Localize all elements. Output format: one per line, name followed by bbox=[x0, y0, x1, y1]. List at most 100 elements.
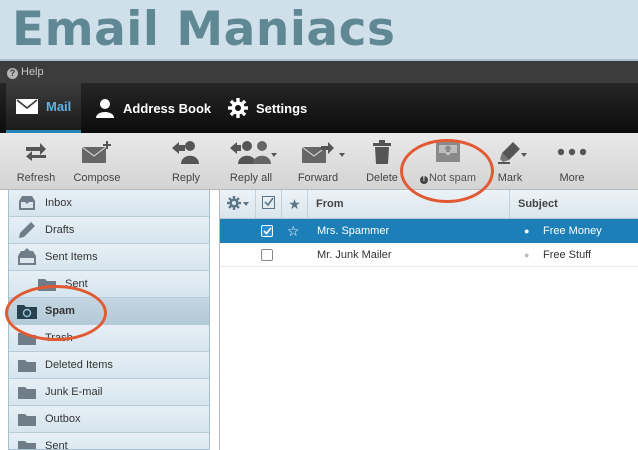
folder-trash[interactable]: Trash bbox=[9, 325, 209, 352]
row-checkbox[interactable] bbox=[261, 243, 277, 267]
info-icon: ! bbox=[419, 176, 428, 184]
refresh-icon bbox=[24, 139, 48, 165]
folder-icon bbox=[16, 439, 38, 449]
reply-icon bbox=[171, 139, 201, 165]
folder-label: Deleted Items bbox=[45, 359, 113, 371]
message-from: Mr. Junk Mailer bbox=[317, 249, 392, 261]
select-column-header[interactable] bbox=[256, 190, 282, 218]
help-link[interactable]: ? Help bbox=[7, 66, 44, 79]
folder-icon bbox=[16, 385, 38, 399]
folder-deleted-items[interactable]: Deleted Items bbox=[9, 352, 209, 379]
help-label: Help bbox=[21, 66, 44, 78]
nav-settings-label: Settings bbox=[256, 100, 308, 116]
trash-icon bbox=[373, 139, 391, 165]
from-header-label: From bbox=[316, 198, 344, 210]
folder-sent-items[interactable]: Sent Items bbox=[9, 244, 209, 271]
trash-icon bbox=[16, 331, 38, 345]
folder-spam[interactable]: Spam bbox=[9, 298, 209, 325]
more-dots-icon bbox=[557, 139, 587, 165]
not-spam-label-wrap: ! Not spam bbox=[419, 172, 477, 185]
help-bar: ? Help bbox=[0, 61, 638, 83]
checkbox-checked-icon bbox=[261, 225, 273, 237]
from-column-header[interactable]: From bbox=[308, 190, 510, 218]
folder-icon bbox=[36, 277, 58, 291]
nav-address-book-label: Address Book bbox=[123, 100, 212, 116]
mark-button[interactable]: Mark bbox=[494, 139, 526, 185]
app-title: Email Maniacs bbox=[12, 2, 396, 57]
spam-folder-icon bbox=[16, 303, 38, 319]
checkbox-unchecked-icon bbox=[261, 249, 273, 261]
folder-inbox[interactable]: Inbox bbox=[9, 190, 209, 217]
nav-tab-address-book[interactable]: Address Book bbox=[95, 83, 211, 133]
refresh-button[interactable]: Refresh bbox=[14, 139, 58, 185]
select-all-icon bbox=[262, 196, 275, 212]
forward-dropdown-icon[interactable] bbox=[339, 153, 345, 157]
folder-drafts[interactable]: Drafts bbox=[9, 217, 209, 244]
message-row[interactable]: Mr. Junk Mailer ● Free Stuff bbox=[220, 243, 638, 267]
reply-label: Reply bbox=[171, 172, 201, 184]
mark-label: Mark bbox=[497, 172, 523, 184]
not-spam-button[interactable]: ! Not spam bbox=[418, 139, 478, 185]
folder-label: Drafts bbox=[45, 224, 75, 236]
forward-label: Forward bbox=[297, 172, 339, 184]
help-icon: ? bbox=[7, 68, 18, 79]
row-checkbox[interactable] bbox=[261, 219, 277, 243]
row-star-icon[interactable]: ☆ bbox=[287, 219, 303, 243]
message-list-header: ★ From Subject bbox=[220, 190, 638, 219]
gear-icon bbox=[228, 98, 248, 118]
folder-icon bbox=[16, 412, 38, 426]
reply-button[interactable]: Reply bbox=[166, 139, 206, 185]
list-options-button[interactable] bbox=[220, 190, 256, 218]
folder-sent[interactable]: Sent bbox=[9, 433, 209, 450]
message-from: Mrs. Spammer bbox=[317, 225, 390, 237]
compose-icon bbox=[81, 139, 113, 165]
reply-all-label: Reply all bbox=[229, 172, 273, 184]
star-icon: ★ bbox=[288, 195, 301, 212]
header-banner: Email Maniacs bbox=[0, 0, 638, 61]
nav-tab-settings[interactable]: Settings bbox=[228, 83, 307, 133]
more-button[interactable]: More bbox=[552, 139, 592, 185]
not-spam-tray-icon bbox=[434, 139, 462, 165]
delete-button[interactable]: Delete bbox=[364, 139, 400, 185]
folder-icon bbox=[16, 358, 38, 372]
subject-column-header[interactable]: Subject bbox=[510, 190, 638, 218]
reply-all-dropdown-icon[interactable] bbox=[271, 153, 277, 157]
highlighter-icon bbox=[498, 139, 522, 165]
nav-tab-mail[interactable]: Mail bbox=[6, 83, 81, 133]
bullet-icon: ● bbox=[524, 226, 530, 236]
not-spam-label: Not spam bbox=[428, 172, 477, 184]
folder-outbox[interactable]: Outbox bbox=[9, 406, 209, 433]
subject-header-label: Subject bbox=[518, 198, 558, 210]
folder-list: Inbox Drafts Sent Items Sent Spam Trash … bbox=[8, 190, 210, 450]
forward-icon bbox=[301, 139, 335, 165]
folder-label: Outbox bbox=[45, 413, 81, 425]
message-list: ★ From Subject ☆ Mrs. Spammer ● Free Mon… bbox=[219, 190, 638, 450]
message-subject: Free Money bbox=[543, 225, 602, 237]
folder-junk-email[interactable]: Junk E-mail bbox=[9, 379, 209, 406]
envelope-icon bbox=[16, 99, 38, 114]
gear-icon bbox=[226, 195, 241, 213]
pencil-icon bbox=[16, 221, 38, 239]
reply-all-button[interactable]: Reply all bbox=[222, 139, 280, 185]
message-row[interactable]: ☆ Mrs. Spammer ● Free Money bbox=[220, 219, 638, 243]
folder-label: Sent bbox=[65, 278, 88, 290]
chevron-down-icon bbox=[242, 202, 249, 206]
message-subject: Free Stuff bbox=[543, 249, 592, 261]
folder-label: Sent bbox=[45, 440, 68, 450]
mark-dropdown-icon[interactable] bbox=[521, 153, 527, 157]
delete-label: Delete bbox=[366, 172, 398, 184]
folder-label: Spam bbox=[45, 305, 75, 317]
more-label: More bbox=[559, 172, 585, 184]
folder-label: Inbox bbox=[45, 197, 72, 209]
mail-toolbar: Refresh Compose Reply Reply all Forward … bbox=[0, 133, 638, 190]
forward-button[interactable]: Forward bbox=[296, 139, 340, 185]
sent-items-icon bbox=[16, 248, 38, 266]
compose-button[interactable]: Compose bbox=[72, 139, 122, 185]
flag-column-header[interactable]: ★ bbox=[282, 190, 308, 218]
compose-label: Compose bbox=[73, 172, 121, 184]
folder-sent-sub[interactable]: Sent bbox=[9, 271, 209, 298]
person-icon bbox=[96, 99, 114, 118]
main-nav: Mail Address Book Settings bbox=[0, 83, 638, 133]
folder-label: Junk E-mail bbox=[45, 386, 103, 398]
folder-label: Trash bbox=[45, 332, 73, 344]
